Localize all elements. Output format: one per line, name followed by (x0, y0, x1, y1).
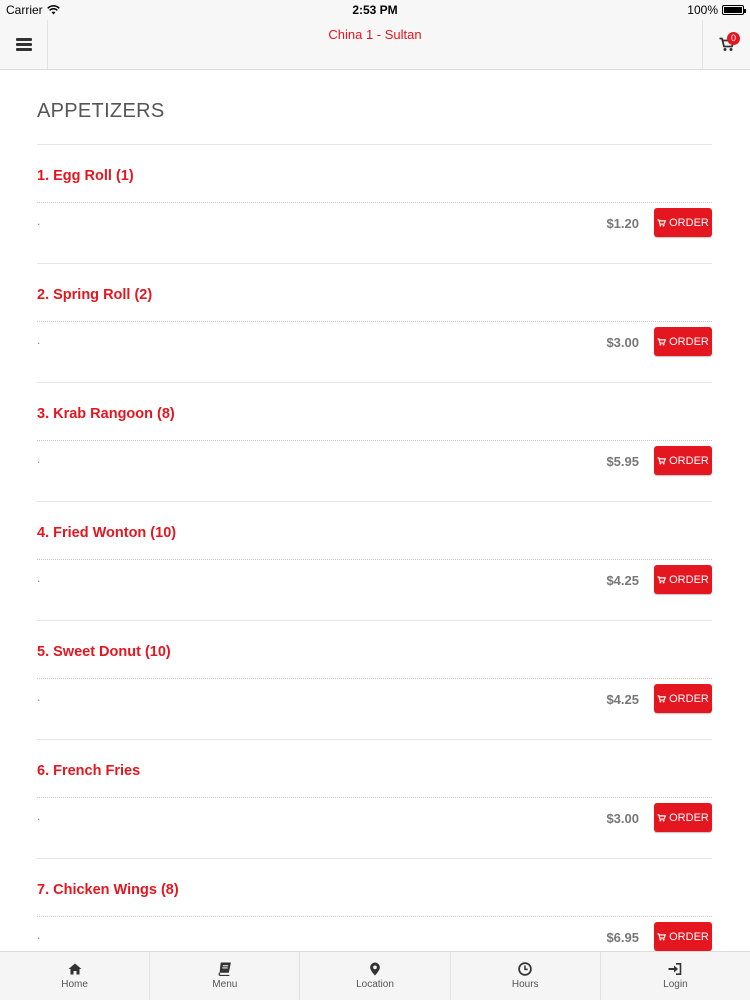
dotted-divider (37, 916, 712, 917)
order-button-label: ORDER (669, 573, 709, 586)
menu-item-name[interactable]: 6. French Fries (37, 763, 140, 779)
cart-icon (657, 932, 667, 941)
menu-item: 4. Fried Wonton (10) . $4.25 ORDER (37, 502, 712, 621)
home-icon (68, 963, 82, 975)
menu-item-name[interactable]: 3. Krab Rangoon (8) (37, 406, 175, 422)
menu-item: 1. Egg Roll (1) . $1.20 ORDER (37, 145, 712, 264)
menu-item-price: $1.20 (606, 216, 639, 231)
menu-item-price: $4.25 (606, 573, 639, 588)
menu-item-description: . (37, 690, 41, 704)
tab-label: Location (356, 979, 394, 990)
order-button[interactable]: ORDER (654, 565, 712, 594)
order-button[interactable]: ORDER (654, 922, 712, 951)
menu-item-description: . (37, 452, 41, 466)
battery-icon (722, 5, 746, 15)
cart-count-badge: 0 (727, 32, 740, 45)
dotted-divider (37, 678, 712, 679)
order-button[interactable]: ORDER (654, 208, 712, 237)
menu-item-price: $6.95 (606, 930, 639, 945)
menu-item: 2. Spring Roll (2) . $3.00 ORDER (37, 264, 712, 383)
menu-item-name[interactable]: 1. Egg Roll (1) (37, 168, 134, 184)
tab-home[interactable]: Home (0, 952, 151, 1000)
order-button-label: ORDER (669, 692, 709, 705)
menu-item-description: . (37, 571, 41, 585)
battery-percent: 100% (687, 3, 718, 17)
clock-icon (518, 962, 532, 976)
tab-location[interactable]: Location (300, 952, 451, 1000)
menu-item-description: . (37, 809, 41, 823)
bottom-tab-bar: Home Menu Location Hours Login (0, 951, 750, 1000)
book-icon (218, 962, 231, 976)
menu-item-price: $4.25 (606, 692, 639, 707)
menu-item-price: $5.95 (606, 454, 639, 469)
order-button-label: ORDER (669, 454, 709, 467)
menu-item-description: . (37, 333, 41, 347)
app-header: China 1 - Sultan 0 (0, 20, 750, 70)
order-button[interactable]: ORDER (654, 327, 712, 356)
tab-login[interactable]: Login (601, 952, 750, 1000)
section-title: APPETIZERS (37, 100, 165, 122)
status-right: 100% (687, 3, 746, 17)
cart-icon (657, 456, 667, 465)
order-button-label: ORDER (669, 811, 709, 824)
order-button[interactable]: ORDER (654, 684, 712, 713)
status-time: 2:53 PM (352, 3, 398, 17)
order-button[interactable]: ORDER (654, 446, 712, 475)
order-button-label: ORDER (669, 930, 709, 943)
menu-item: 6. French Fries . $3.00 ORDER (37, 740, 712, 859)
cart-icon (657, 694, 667, 703)
order-button-label: ORDER (669, 216, 709, 229)
dotted-divider (37, 321, 712, 322)
order-button[interactable]: ORDER (654, 803, 712, 832)
menu-item-price: $3.00 (606, 811, 639, 826)
menu-item-name[interactable]: 5. Sweet Donut (10) (37, 644, 171, 660)
tab-label: Home (61, 979, 88, 990)
page-title: China 1 - Sultan (328, 27, 422, 42)
cart-button[interactable]: 0 (702, 20, 750, 69)
cart-icon (657, 337, 667, 346)
status-bar: Carrier 2:53 PM 100% (0, 0, 750, 20)
dotted-divider (37, 202, 712, 203)
cart-icon (657, 218, 667, 227)
dotted-divider (37, 559, 712, 560)
menu-content: APPETIZERS 1. Egg Roll (1) . $1.20 ORDER… (0, 70, 750, 951)
tab-hours[interactable]: Hours (451, 952, 601, 1000)
cart-icon (657, 813, 667, 822)
menu-item-name[interactable]: 2. Spring Roll (2) (37, 287, 152, 303)
menu-item: 5. Sweet Donut (10) . $4.25 ORDER (37, 621, 712, 740)
tab-menu[interactable]: Menu (150, 952, 301, 1000)
menu-item-price: $3.00 (606, 335, 639, 350)
tab-label: Menu (212, 979, 238, 990)
tab-label: Login (663, 979, 688, 990)
menu-item: 7. Chicken Wings (8) . $6.95 ORDER (37, 859, 712, 951)
menu-item-description: . (37, 928, 41, 942)
dotted-divider (37, 797, 712, 798)
order-button-label: ORDER (669, 335, 709, 348)
tab-label: Hours (511, 979, 539, 990)
cart-icon (657, 575, 667, 584)
dotted-divider (37, 440, 712, 441)
menu-item-name[interactable]: 7. Chicken Wings (8) (37, 882, 179, 898)
login-icon (668, 963, 682, 975)
menu-item-description: . (37, 214, 41, 228)
menu-item: 3. Krab Rangoon (8) . $5.95 ORDER (37, 383, 712, 502)
map-pin-icon (370, 962, 380, 976)
menu-item-name[interactable]: 4. Fried Wonton (10) (37, 525, 176, 541)
